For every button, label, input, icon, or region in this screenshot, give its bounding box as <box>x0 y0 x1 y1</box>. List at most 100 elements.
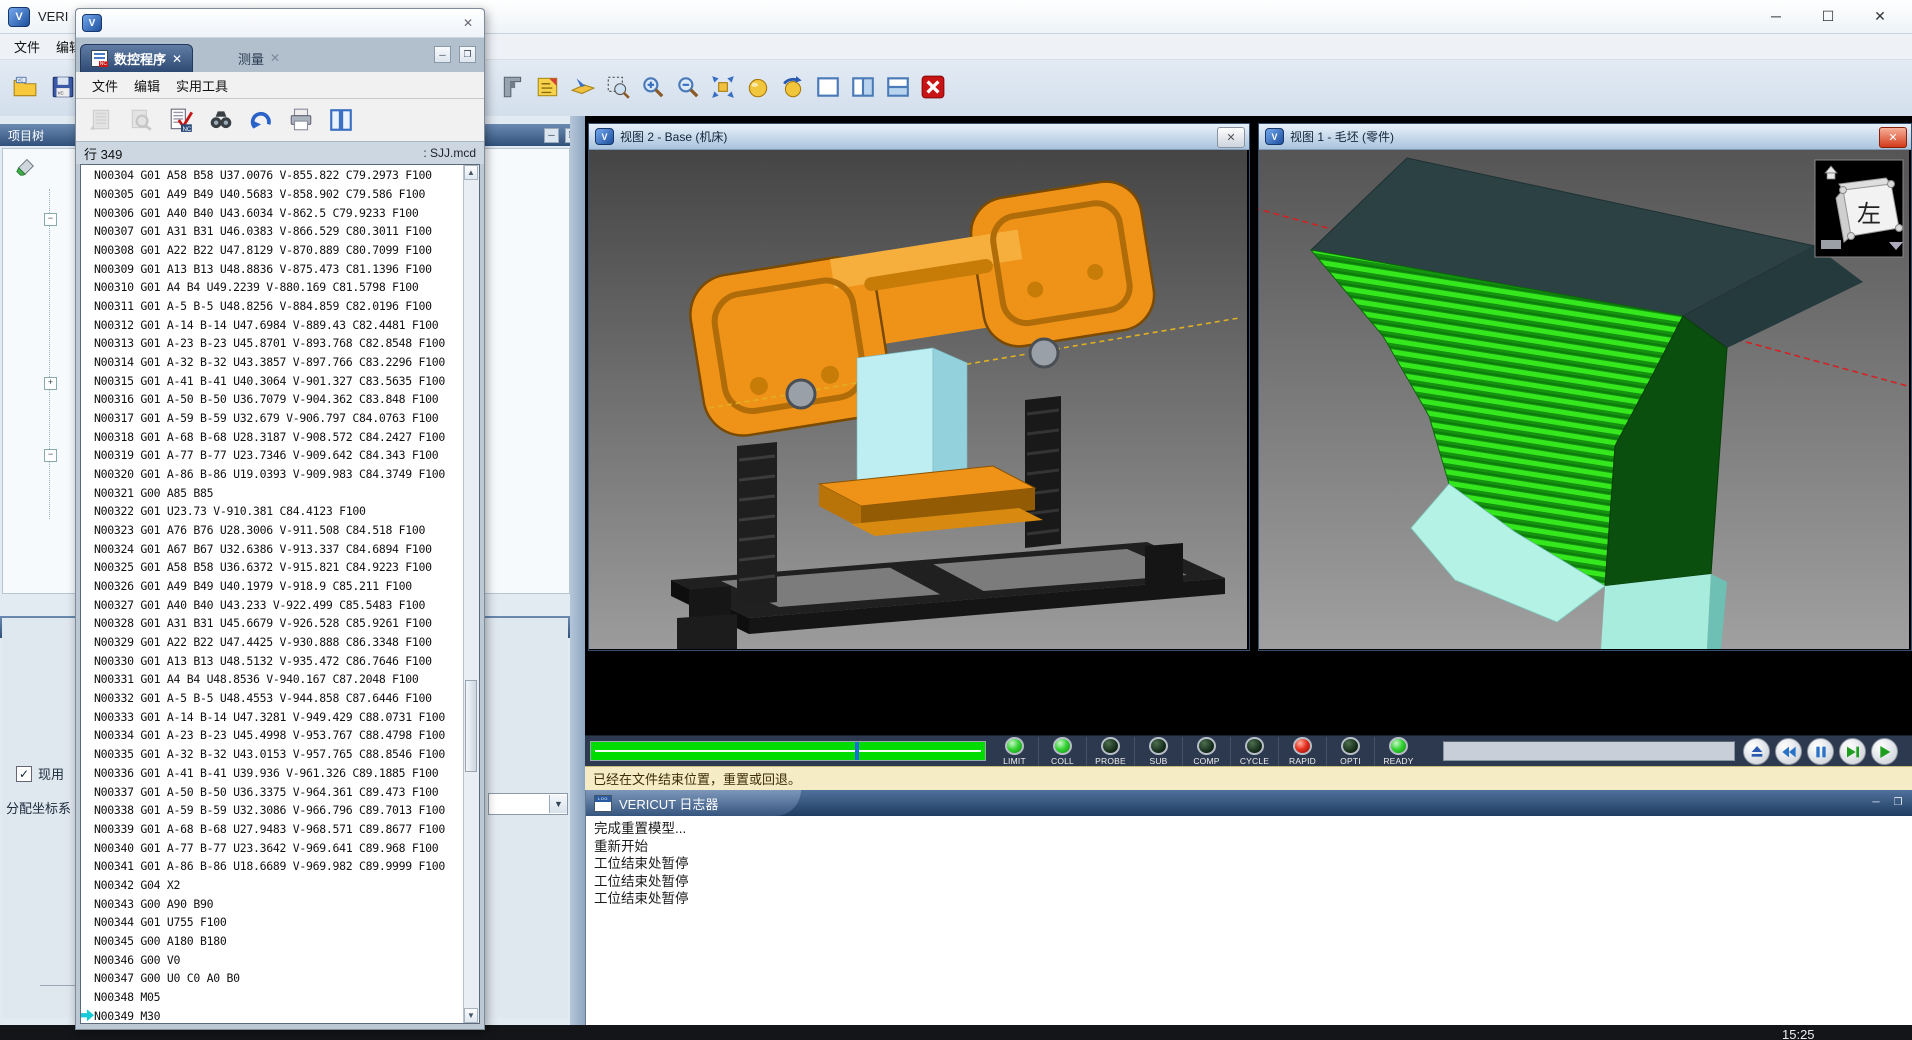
nc-line[interactable]: N00329 G01 A22 B22 U47.4425 V-930.888 C8… <box>81 633 464 652</box>
led-ready-button[interactable]: READY <box>1374 737 1422 766</box>
nc-window-titlebar[interactable]: V ✕ <box>76 9 484 38</box>
nc-line[interactable]: N00317 G01 A-59 B-59 U32.679 V-906.797 C… <box>81 409 464 428</box>
nc-line[interactable]: N00343 G00 A90 B90 <box>81 894 464 913</box>
undo-icon[interactable] <box>246 105 276 135</box>
scrollbar-thumb[interactable] <box>465 680 477 772</box>
nc-line[interactable]: N00311 G01 A-5 B-5 U48.8256 V-884.859 C8… <box>81 297 464 316</box>
nc-search-icon[interactable] <box>126 105 156 135</box>
minimize-button[interactable]: ─ <box>1750 2 1802 30</box>
tab-close-icon[interactable]: ✕ <box>172 52 182 66</box>
nc-line[interactable]: N00312 G01 A-14 B-14 U47.6984 V-889.43 C… <box>81 315 464 334</box>
nc-scrollbar[interactable]: ▲ ▼ <box>463 165 479 1023</box>
led-sub-button[interactable]: SUB <box>1134 737 1182 766</box>
tab-close-icon[interactable]: ✕ <box>270 51 280 65</box>
led-limit-button[interactable]: LIMIT <box>991 737 1038 766</box>
tree-collapse-box[interactable]: − <box>44 213 57 226</box>
nc-menu-item-0[interactable]: 文件 <box>84 74 126 97</box>
nc-check-icon[interactable]: NC <box>166 105 196 135</box>
nc-line[interactable]: N00337 G01 A-50 B-50 U36.3375 V-964.361 … <box>81 782 464 801</box>
nc-line[interactable]: N00342 G04 X2 <box>81 876 464 895</box>
viewport-stock-titlebar[interactable]: V 视图 1 - 毛坯 (零件) ✕ <box>1259 124 1911 150</box>
pane-single-icon[interactable] <box>813 72 843 102</box>
nc-line[interactable]: N00326 G01 A49 B49 U40.1979 V-918.9 C85.… <box>81 577 464 596</box>
nc-line[interactable]: N00328 G01 A31 B31 U45.6679 V-926.528 C8… <box>81 614 464 633</box>
eraser-icon[interactable] <box>15 155 37 177</box>
nc-line[interactable]: N00322 G01 U23.73 V-910.381 C84.4123 F10… <box>81 502 464 521</box>
nc-line[interactable]: N00330 G01 A13 B13 U48.5132 V-935.472 C8… <box>81 651 464 670</box>
led-coll-button[interactable]: COLL <box>1038 737 1086 766</box>
nc-line[interactable]: N00346 G00 V0 <box>81 950 464 969</box>
nc-line[interactable]: N00334 G01 A-23 B-23 U45.4998 V-953.767 … <box>81 726 464 745</box>
scroll-down-icon[interactable]: ▼ <box>464 1008 478 1023</box>
columns-icon[interactable] <box>326 105 356 135</box>
nc-line[interactable]: N00333 G01 A-14 B-14 U47.3281 V-949.429 … <box>81 707 464 726</box>
panel-splitter[interactable] <box>570 116 585 1025</box>
nc-line[interactable]: N00310 G01 A4 B4 U49.2239 V-880.169 C81.… <box>81 278 464 297</box>
nc-line[interactable]: N00335 G01 A-32 B-32 U43.0153 V-957.765 … <box>81 745 464 764</box>
fit-icon[interactable] <box>708 72 738 102</box>
nc-line[interactable]: N00304 G01 A58 B58 U37.0076 V-855.822 C7… <box>81 166 464 185</box>
pane-vsplit-icon[interactable] <box>848 72 878 102</box>
main-menu-item-0[interactable]: 文件 <box>6 35 48 58</box>
rotate-icon[interactable] <box>778 72 808 102</box>
logger-tab[interactable]: VERICUT 日志器 <box>586 790 801 816</box>
play-button[interactable] <box>1871 738 1898 765</box>
led-opti-button[interactable]: OPTI <box>1326 737 1374 766</box>
nc-line[interactable]: N00324 G01 A67 B67 U32.6386 V-913.337 C8… <box>81 539 464 558</box>
nc-line[interactable]: N00341 G01 A-86 B-86 U18.6689 V-969.982 … <box>81 857 464 876</box>
nc-line[interactable]: N00347 G00 U0 C0 A0 B0 <box>81 969 464 988</box>
close-red-icon[interactable] <box>918 72 948 102</box>
active-checkbox[interactable]: ✓ <box>16 766 32 782</box>
nc-line[interactable]: N00327 G01 A40 B40 U43.233 V-922.499 C85… <box>81 595 464 614</box>
nc-line[interactable]: N00306 G01 A40 B40 U43.6034 V-862.5 C79.… <box>81 203 464 222</box>
tab-measure[interactable]: 测量 ✕ <box>228 44 290 72</box>
nc-line[interactable]: N00320 G01 A-86 B-86 U19.0393 V-909.983 … <box>81 465 464 484</box>
logger-float-icon[interactable]: ❐ <box>1891 795 1905 809</box>
binoculars-icon[interactable] <box>206 105 236 135</box>
nc-code-area[interactable]: N00304 G01 A58 B58 U37.0076 V-855.822 C7… <box>80 164 480 1024</box>
nc-line[interactable]: N00336 G01 A-41 B-41 U39.936 V-961.326 C… <box>81 764 464 783</box>
nc-line[interactable]: N00344 G01 U755 F100 <box>81 913 464 932</box>
machine-3d-view[interactable] <box>589 150 1247 649</box>
nc-line[interactable]: N00331 G01 A4 B4 U48.8536 V-940.167 C87.… <box>81 670 464 689</box>
section-icon[interactable] <box>568 72 598 102</box>
led-cycle-button[interactable]: CYCLE <box>1230 737 1278 766</box>
nc-line[interactable]: N00315 G01 A-41 B-41 U40.3064 V-901.327 … <box>81 371 464 390</box>
nc-line[interactable]: N00325 G01 A58 B58 U36.6372 V-915.821 C8… <box>81 558 464 577</box>
stock-3d-view[interactable]: 左 <box>1259 150 1909 649</box>
nc-line[interactable]: N00339 G01 A-68 B-68 U27.9483 V-968.571 … <box>81 820 464 839</box>
panel-minimize-icon[interactable]: ─ <box>544 128 559 143</box>
viewport-machine-titlebar[interactable]: V 视图 2 - Base (机床) ✕ <box>589 124 1249 150</box>
tab-nc-program[interactable]: 数控程序 ✕ <box>80 44 193 72</box>
close-button[interactable]: ✕ <box>1854 2 1906 30</box>
progress-bar[interactable] <box>590 741 986 761</box>
nc-line[interactable]: N00316 G01 A-50 B-50 U36.7079 V-904.362 … <box>81 390 464 409</box>
pane-hsplit-icon[interactable] <box>883 72 913 102</box>
nc-list-icon[interactable] <box>86 105 116 135</box>
save-disk-icon[interactable]: VC <box>48 72 78 102</box>
coordinate-dropdown[interactable]: ▼ <box>488 793 568 815</box>
progress-marker[interactable] <box>855 742 859 760</box>
nc-line[interactable]: N00338 G01 A-59 B-59 U32.3086 V-966.796 … <box>81 801 464 820</box>
nc-menu-item-1[interactable]: 编辑 <box>126 74 168 97</box>
pause-button[interactable] <box>1807 738 1834 765</box>
zoom-out-icon[interactable] <box>673 72 703 102</box>
nc-line[interactable]: N00321 G00 A85 B85 <box>81 483 464 502</box>
eject-button[interactable] <box>1743 738 1770 765</box>
nc-line[interactable]: N00309 G01 A13 B13 U48.8836 V-875.473 C8… <box>81 259 464 278</box>
nc-line[interactable]: N00323 G01 A76 B76 U28.3006 V-911.508 C8… <box>81 521 464 540</box>
tree-expand-box[interactable]: + <box>44 377 57 390</box>
chevron-down-icon[interactable]: ▼ <box>549 795 567 813</box>
viewport-stock-close-button[interactable]: ✕ <box>1879 127 1907 148</box>
nc-line[interactable]: N00308 G01 A22 B22 U47.8129 V-870.889 C8… <box>81 241 464 260</box>
tree-collapse-box[interactable]: − <box>44 449 57 462</box>
led-probe-button[interactable]: PROBE <box>1086 737 1134 766</box>
zoom-in-icon[interactable] <box>638 72 668 102</box>
nc-window-close-button[interactable]: ✕ <box>458 14 478 31</box>
zoom-region-icon[interactable] <box>603 72 633 102</box>
scroll-up-icon[interactable]: ▲ <box>464 165 478 180</box>
nc-detach-icon[interactable]: ❐ <box>459 46 476 63</box>
view-cube[interactable]: 左 <box>1815 160 1903 257</box>
maximize-button[interactable]: ☐ <box>1802 2 1854 30</box>
caliper-icon[interactable] <box>498 72 528 102</box>
